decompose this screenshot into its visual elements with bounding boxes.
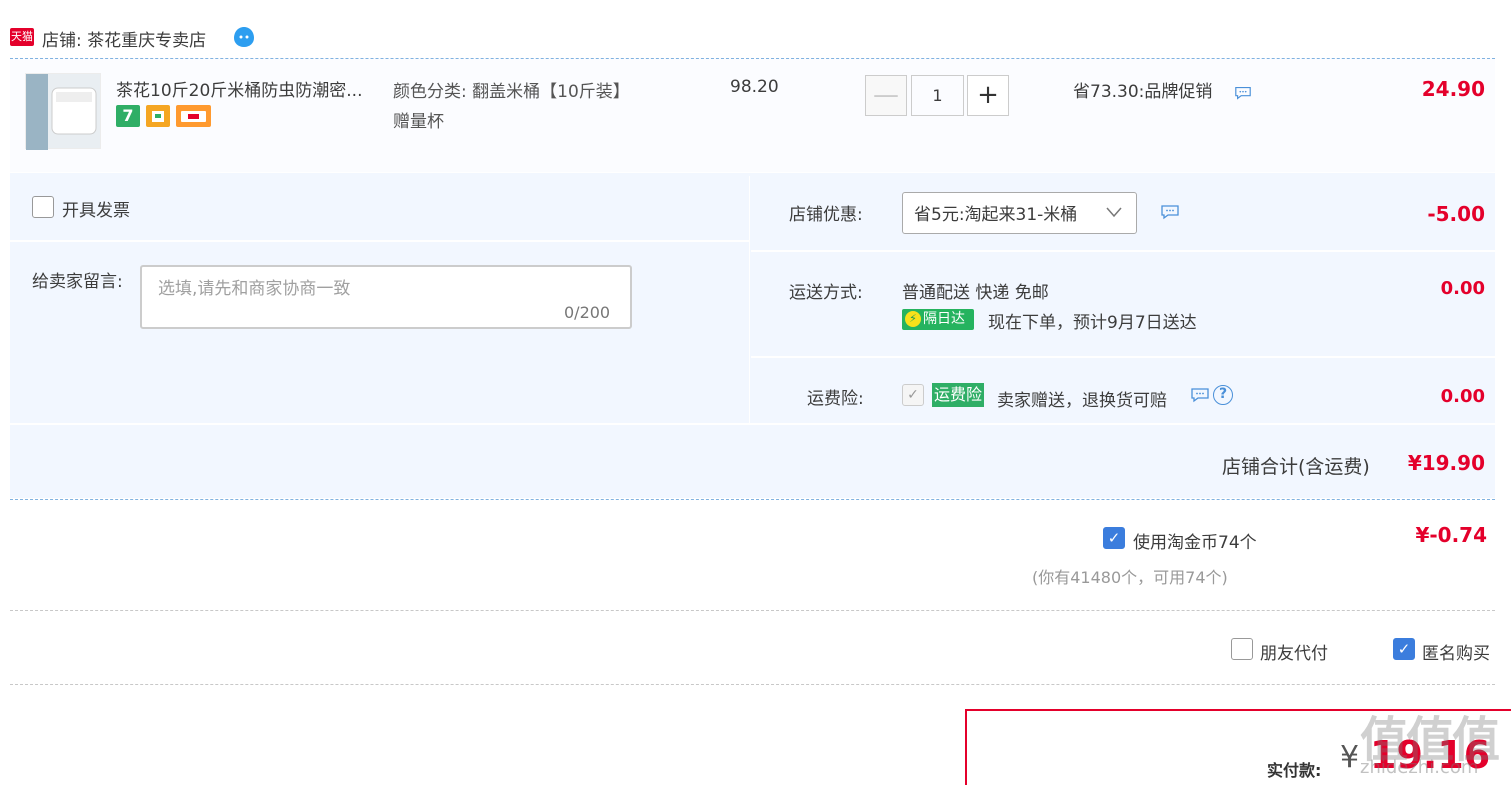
shopping-bag-guarantee-icon[interactable] — [146, 105, 170, 127]
shop-total-label: 店铺合计(含运费) — [1222, 456, 1370, 478]
payment-label: 实付款: — [1267, 761, 1322, 780]
shop-total-amount: ¥19.90 — [1407, 451, 1485, 475]
promo-comment-icon[interactable] — [1234, 85, 1252, 101]
shop-section-end — [10, 499, 1495, 500]
sku-color-category: 颜色分类: 翻盖米桶【10斤装】 — [393, 82, 630, 102]
shipping-method: 普通配送 快递 免邮 — [902, 283, 1049, 303]
payment-currency: ¥ — [1340, 740, 1360, 775]
product-title-link[interactable]: 茶花10斤20斤米桶防虫防潮密... — [116, 76, 386, 101]
lightning-icon: ⚡ — [905, 311, 921, 327]
promotion-text: 省73.30:品牌促销 — [1073, 82, 1213, 102]
quantity-decrease-button[interactable]: — — [865, 75, 907, 116]
credit-card-icon[interactable] — [176, 105, 211, 127]
quantity-increase-button[interactable]: + — [967, 75, 1009, 116]
message-label: 给卖家留言: — [32, 272, 123, 292]
shipping-label: 运送方式: — [789, 283, 863, 303]
shop-name[interactable]: 店铺: 茶花重庆专卖店 — [42, 26, 206, 51]
coupon-divider — [751, 250, 1495, 252]
rice-bucket-image-icon — [26, 74, 97, 150]
coins-label: 使用淘金币74个 — [1133, 533, 1257, 553]
insurance-amount: 0.00 — [1440, 386, 1485, 407]
item-subtotal: 24.90 — [1421, 77, 1485, 101]
sku-info: 颜色分类: 翻盖米桶【10斤装】 赠量杯 — [393, 77, 630, 137]
friend-pay-label: 朋友代付 — [1260, 644, 1328, 664]
shipping-divider — [751, 356, 1495, 358]
coupon-label: 店铺优惠: — [789, 205, 863, 225]
next-day-delivery-badge: ⚡ 隔日达 — [902, 309, 974, 330]
message-char-count: 0/200 — [564, 303, 611, 322]
total-divider — [10, 423, 1495, 425]
extras-separator — [10, 684, 1495, 685]
quantity-input[interactable]: 1 — [911, 75, 964, 116]
watermark-url: zhidezhi.com — [1360, 757, 1479, 778]
express-badge-text: 隔日达 — [923, 311, 965, 327]
invoice-checkbox[interactable] — [32, 196, 54, 218]
anonymous-label: 匿名购买 — [1422, 644, 1490, 664]
friend-pay-checkbox[interactable] — [1231, 638, 1253, 660]
cart-item-row: 茶花10斤20斤米桶防虫防潮密... 7 颜色分类: 翻盖米桶【10斤装】 赠量… — [10, 58, 1495, 172]
coins-checkbox[interactable]: ✓ — [1103, 527, 1125, 549]
shipping-insurance-badge: 运费险 — [932, 383, 985, 407]
product-thumbnail[interactable] — [25, 73, 101, 150]
coupon-amount: -5.00 — [1427, 202, 1485, 226]
insurance-text: 卖家赠送，退换货可赔 — [997, 391, 1167, 411]
coins-separator — [10, 610, 1495, 611]
insurance-comment-icon[interactable] — [1190, 387, 1210, 403]
anonymous-checkbox[interactable]: ✓ — [1393, 638, 1415, 660]
order-options-panel — [10, 173, 1495, 498]
coupon-comment-icon[interactable] — [1160, 204, 1180, 220]
left-divider — [10, 240, 750, 242]
tmall-badge: 天猫 — [10, 28, 34, 46]
insurance-label: 运费险: — [807, 389, 864, 409]
unit-price: 98.20 — [730, 77, 779, 97]
coins-discount: ¥-0.74 — [1415, 523, 1487, 547]
insurance-checkbox: ✓ — [902, 384, 924, 406]
seven-day-return-icon[interactable]: 7 — [116, 105, 140, 127]
sku-gift: 赠量杯 — [393, 112, 444, 132]
coins-balance-note: (你有41480个，可用74个) — [1032, 568, 1228, 587]
message-placeholder: 选填,请先和商家协商一致 — [158, 279, 351, 299]
panel-divider — [749, 176, 750, 424]
wangwang-chat-icon[interactable] — [232, 25, 256, 49]
shipping-eta: 现在下单，预计9月7日送达 — [988, 313, 1197, 333]
shop-coupon-value: 省5元:淘起来31-米桶 — [914, 205, 1078, 225]
invoice-label: 开具发票 — [62, 201, 130, 221]
chevron-down-icon[interactable] — [1106, 206, 1122, 218]
help-question-icon[interactable]: ? — [1213, 385, 1233, 405]
shipping-amount: 0.00 — [1440, 278, 1485, 299]
